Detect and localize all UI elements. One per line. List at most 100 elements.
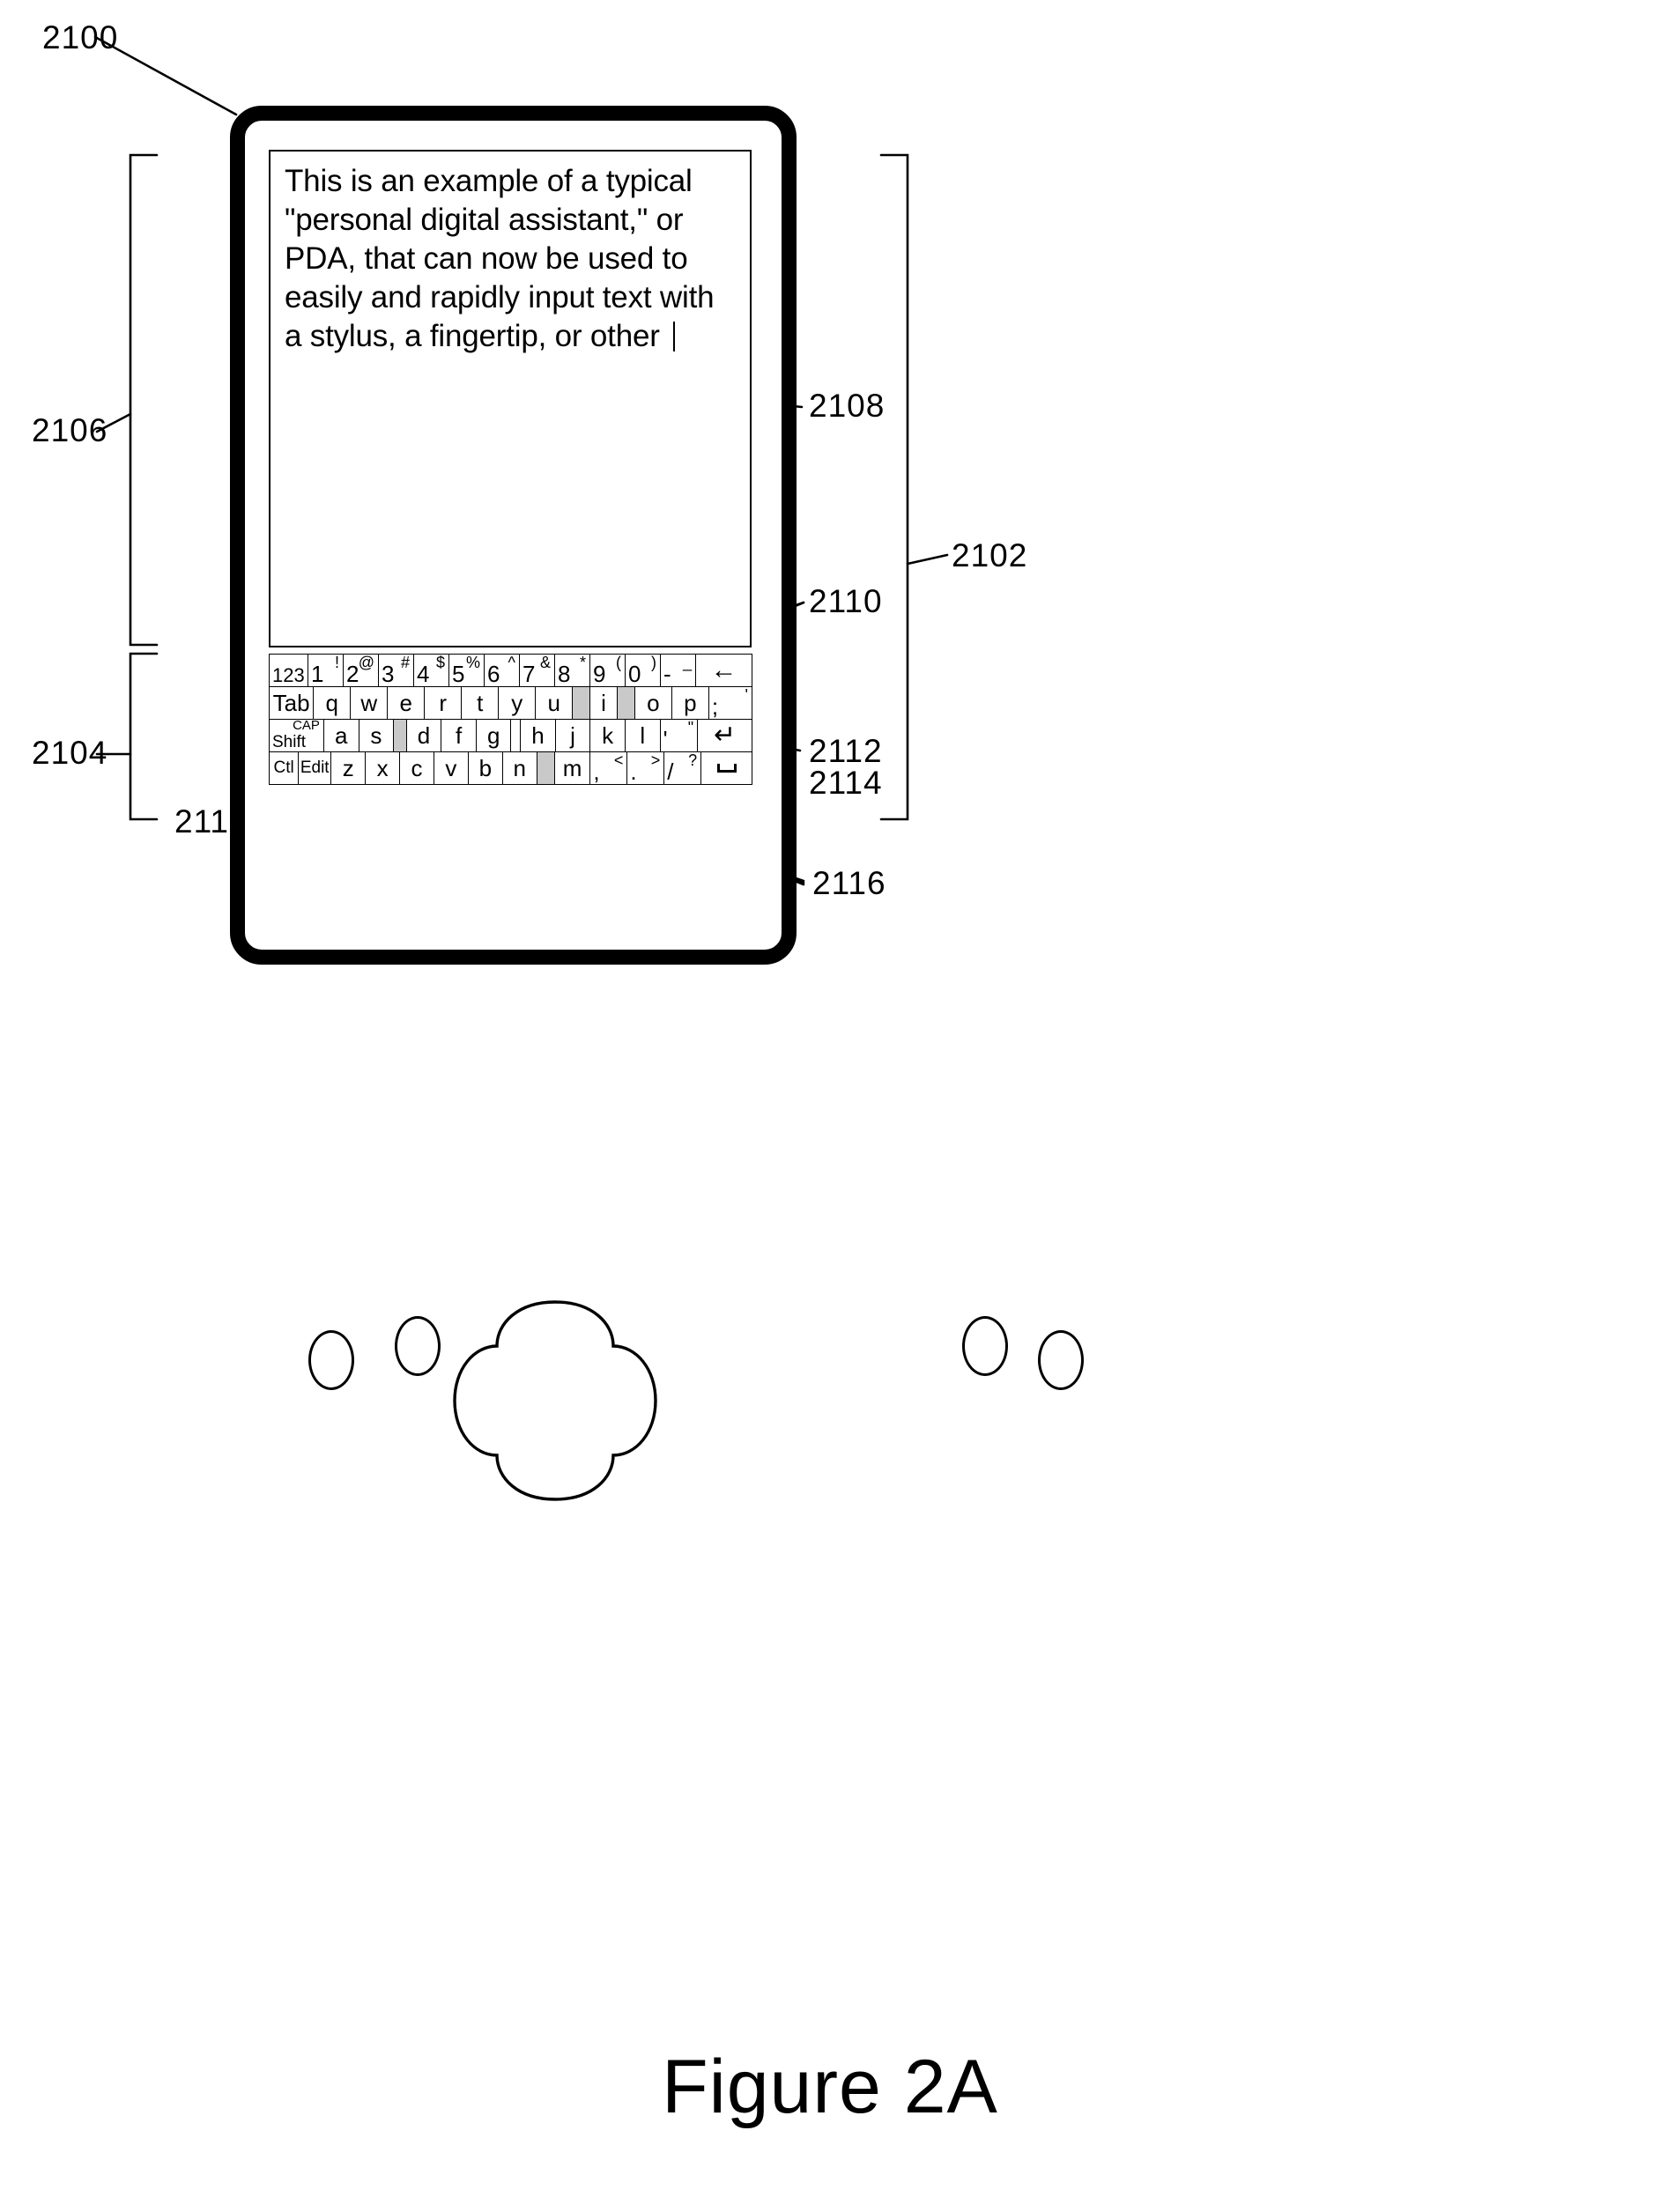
key-n[interactable]: n xyxy=(502,752,537,785)
key-123[interactable]: 123 xyxy=(270,655,308,687)
key-s[interactable]: s xyxy=(359,720,395,752)
key-x[interactable]: x xyxy=(366,752,401,785)
backspace-arrow-icon: ← xyxy=(710,655,737,684)
key-label: l xyxy=(640,721,646,749)
key-[interactable]: ' " xyxy=(660,720,699,752)
key-label: 3 xyxy=(382,661,395,687)
key-[interactable]: , < xyxy=(590,752,628,785)
key-e[interactable]: e xyxy=(388,687,426,720)
key-c[interactable]: c xyxy=(400,752,434,785)
key-label: j xyxy=(570,721,575,749)
key-label: q xyxy=(325,689,338,716)
ref-2108: 2108 xyxy=(809,388,886,424)
hardware-button-3[interactable] xyxy=(962,1316,1008,1376)
key-enter[interactable]: ↵ xyxy=(698,720,752,752)
key-spacer-shaded[interactable] xyxy=(573,687,590,720)
key-w[interactable]: w xyxy=(351,687,389,720)
key-l[interactable]: l xyxy=(625,720,661,752)
ref-2114: 2114 xyxy=(809,765,883,801)
key-q[interactable]: q xyxy=(314,687,352,720)
key-alt-label: ^ xyxy=(508,655,515,671)
key-g[interactable]: g xyxy=(476,720,512,752)
key-alt-label: % xyxy=(465,655,480,671)
key-u[interactable]: u xyxy=(536,687,574,720)
key-backspace[interactable]: ← xyxy=(696,655,752,687)
key-label: w xyxy=(360,689,378,716)
key-label: k xyxy=(602,721,614,749)
key-[interactable]: /? xyxy=(664,752,702,785)
key-spacer-shaded[interactable] xyxy=(537,752,555,785)
key-label: g xyxy=(486,721,500,749)
key-5[interactable]: 5% xyxy=(449,655,485,687)
key-label: 1 xyxy=(311,661,324,687)
key-label: d xyxy=(417,721,431,749)
key-label: 8 xyxy=(558,661,571,687)
key-[interactable]: ; ' xyxy=(708,687,752,720)
key-label: r xyxy=(439,689,448,716)
key-z[interactable]: z xyxy=(331,752,367,785)
hardware-button-4[interactable] xyxy=(1038,1330,1084,1390)
key-8[interactable]: 8 * xyxy=(555,655,590,687)
key-label: h xyxy=(531,721,545,749)
key-label: m xyxy=(562,754,582,781)
key-alt-label: ( xyxy=(616,655,621,671)
key-alt-label: ? xyxy=(688,752,698,769)
key-4[interactable]: 4 $ xyxy=(414,655,449,687)
key-tab[interactable]: Tab xyxy=(270,687,315,720)
key-7[interactable]: 7 & xyxy=(520,655,555,687)
key-[interactable]: - _ xyxy=(661,655,696,687)
key-o[interactable]: o xyxy=(634,687,672,720)
key-edit[interactable]: Edit xyxy=(299,752,332,785)
key-p[interactable]: p xyxy=(671,687,709,720)
key-space[interactable] xyxy=(701,752,752,785)
key-d[interactable]: d xyxy=(406,720,442,752)
key-spacer-shaded[interactable] xyxy=(511,720,522,752)
key-label: 9 xyxy=(593,661,606,687)
key-3[interactable]: 3 # xyxy=(379,655,414,687)
hardware-button-2[interactable] xyxy=(395,1316,441,1376)
key-2[interactable]: 2 @ xyxy=(344,655,379,687)
key-label: Ctl xyxy=(273,758,294,777)
key-v[interactable]: v xyxy=(434,752,469,785)
key-1[interactable]: 1! xyxy=(308,655,344,687)
key-f[interactable]: f xyxy=(441,720,477,752)
key-label: 0 xyxy=(628,661,641,687)
key-[interactable]: . > xyxy=(627,752,665,785)
virtual-keyboard[interactable]: 123 1! 2 @3 #4 $5% 6 ^ 7 & 8 * 9(0) - _ ← Tab q w e r t y u i o p;… xyxy=(269,654,752,785)
key-9[interactable]: 9( xyxy=(590,655,626,687)
ref-2110: 2110 xyxy=(809,583,883,619)
key-h[interactable]: h xyxy=(521,720,556,752)
key-m[interactable]: m xyxy=(554,752,591,785)
leader-2102 xyxy=(906,553,949,566)
key-label: y xyxy=(511,689,523,716)
key-label: 6 xyxy=(487,661,500,687)
key-spacer-shaded[interactable] xyxy=(618,687,635,720)
key-t[interactable]: t xyxy=(462,687,500,720)
bracket-2104 xyxy=(129,652,159,821)
key-spacer-shaded[interactable] xyxy=(394,720,407,752)
ref-2106: 2106 xyxy=(32,412,108,448)
key-a[interactable]: a xyxy=(323,720,359,752)
key-k[interactable]: k xyxy=(590,720,626,752)
key-y[interactable]: y xyxy=(499,687,537,720)
hardware-button-1[interactable] xyxy=(308,1330,354,1390)
key-alt-label: ) xyxy=(651,655,656,671)
key-alt-label: # xyxy=(400,655,410,671)
key-6[interactable]: 6 ^ xyxy=(485,655,520,687)
key-label: f xyxy=(455,721,463,749)
key-label: x xyxy=(376,754,389,781)
key-i[interactable]: i xyxy=(589,687,619,720)
navigation-pad[interactable] xyxy=(441,1295,670,1506)
key-r[interactable]: r xyxy=(425,687,463,720)
key-label: , xyxy=(593,758,600,785)
ref-2116-right: 2116 xyxy=(812,865,886,901)
text-display-area[interactable]: This is an example of a typical "persona… xyxy=(269,150,752,647)
key-b[interactable]: b xyxy=(468,752,503,785)
key-label: u xyxy=(547,689,560,716)
key-j[interactable]: j xyxy=(555,720,591,752)
key-ctl[interactable]: Ctl xyxy=(270,752,300,785)
key-label: p xyxy=(684,689,697,716)
key-shift[interactable]: CAP Shift xyxy=(270,720,324,752)
key-0[interactable]: 0) xyxy=(626,655,661,687)
key-label: . xyxy=(630,758,637,785)
